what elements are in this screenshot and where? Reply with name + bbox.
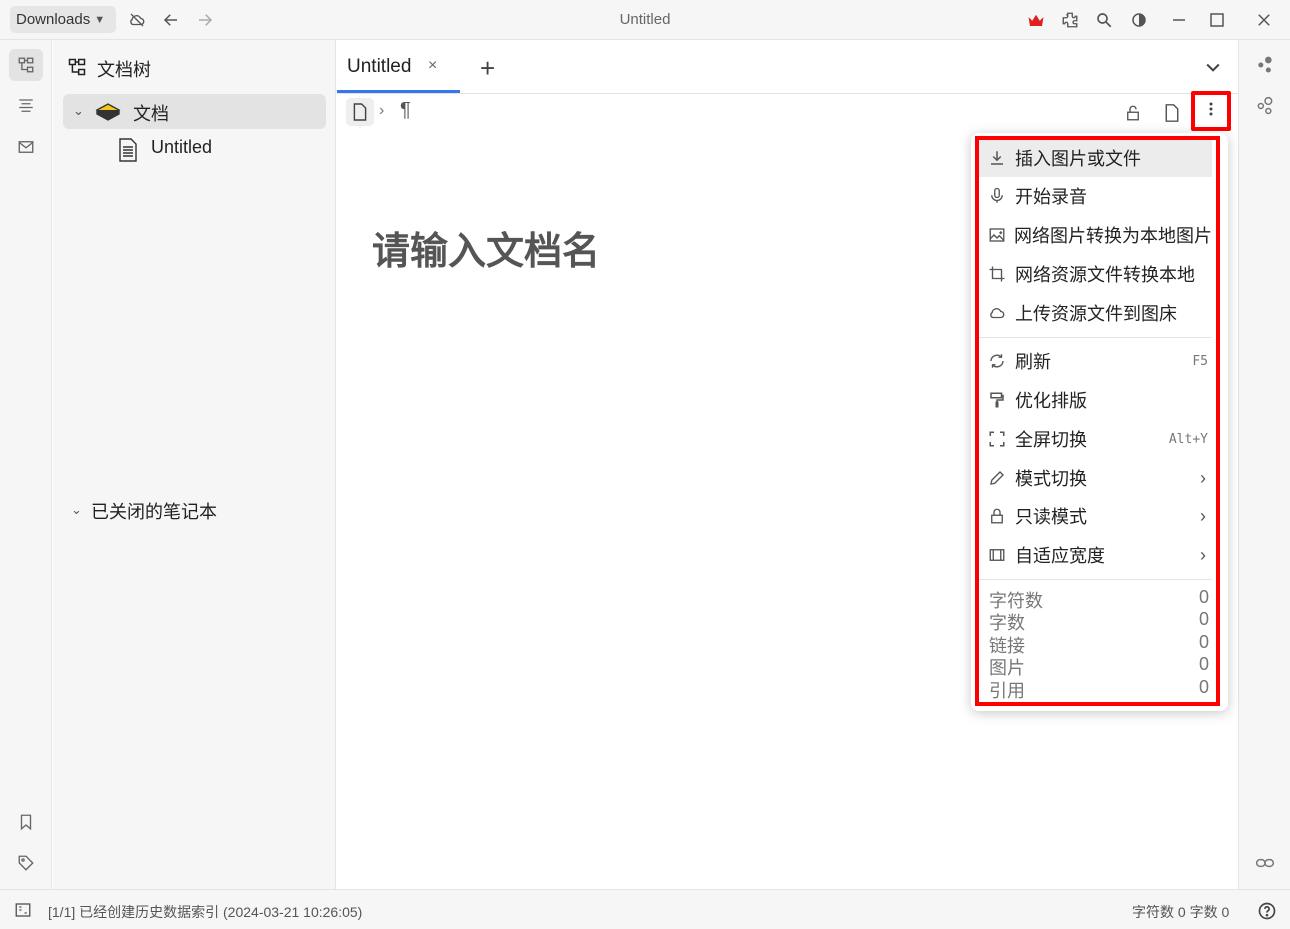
plugin-icon[interactable] (1058, 8, 1082, 32)
more-vertical-icon (1208, 101, 1214, 122)
menu-item-net-asset-to-local[interactable]: 网络资源文件转换本地 (979, 255, 1212, 293)
stat-char-count: 字符数 0 (989, 587, 1209, 611)
menu-item-insert-file[interactable]: 插入图片或文件 (979, 139, 1212, 177)
document-label: Untitled (151, 137, 213, 157)
back-arrow-icon[interactable] (159, 8, 183, 32)
menu-item-fullscreen[interactable]: 全屏切换 Alt+Y (979, 420, 1212, 458)
global-graph-icon[interactable] (1248, 90, 1282, 122)
search-icon[interactable] (1092, 8, 1116, 32)
menu-separator (979, 337, 1212, 338)
menu-item-net-image-to-local[interactable]: 网络图片转换为本地图片 (979, 216, 1212, 254)
file-tree-icon[interactable] (9, 49, 43, 81)
tab-bar: Untitled × + (337, 40, 1238, 94)
tab-label: Untitled (347, 56, 412, 77)
outline-icon[interactable] (9, 90, 43, 122)
download-icon (979, 149, 1015, 167)
chevron-down-icon[interactable]: ⌄ (73, 103, 84, 119)
breadcrumb-separator: › (379, 102, 385, 119)
image-add-icon (979, 226, 1014, 244)
chevron-right-icon: › (1200, 467, 1206, 488)
minimize-icon[interactable] (1167, 8, 1191, 32)
stat-image-count: 图片 0 (989, 654, 1209, 678)
inbox-icon[interactable] (9, 131, 43, 163)
shortcut-label: F5 (1192, 353, 1208, 369)
fullscreen-icon (979, 430, 1015, 448)
menu-item-start-recording[interactable]: 开始录音 (979, 177, 1212, 215)
shortcut-label: Alt+Y (1168, 431, 1208, 447)
lock-icon (979, 507, 1015, 525)
menu-item-adaptive-width[interactable]: 自适应宽度 › (979, 536, 1212, 574)
crown-icon[interactable] (1024, 8, 1048, 32)
document-icon (117, 138, 139, 167)
more-menu-button[interactable] (1191, 91, 1231, 131)
notebook-icon (95, 100, 121, 127)
format-paint-icon (979, 391, 1015, 409)
menu-item-refresh[interactable]: 刷新 F5 (979, 342, 1212, 380)
dock-toggle-icon[interactable] (14, 901, 32, 922)
stat-link-count: 链接 0 (989, 632, 1209, 656)
unlock-icon[interactable] (1121, 101, 1145, 125)
right-dock (1238, 40, 1290, 889)
bookmark-icon[interactable] (9, 806, 43, 838)
menu-item-upload-assets[interactable]: 上传资源文件到图床 (979, 294, 1212, 332)
chevron-right-icon: › (1200, 505, 1206, 526)
refresh-icon (979, 352, 1015, 370)
workspace-select[interactable]: Downloads ▼ (10, 6, 116, 33)
crop-icon (979, 265, 1015, 283)
title-bar: Downloads ▼ Untitled (0, 0, 1290, 40)
document-title-input[interactable]: 请输入文档名 (372, 220, 600, 275)
width-icon (979, 546, 1015, 564)
notebook-label: 文档 (133, 104, 169, 124)
chevron-right-icon: › (1200, 544, 1206, 565)
cloud-icon (979, 304, 1015, 322)
closed-notebooks-label: 已关闭的笔记本 (91, 502, 217, 522)
chevron-down-icon[interactable]: ⌄ (71, 502, 82, 518)
chevron-down-icon: ▼ (94, 13, 106, 26)
menu-item-mode-switch[interactable]: 模式切换 › (979, 459, 1212, 497)
file-tree-title: 文档树 (97, 60, 151, 80)
microphone-icon (979, 187, 1015, 205)
tab-untitled[interactable]: Untitled × (337, 40, 460, 93)
file-tree-panel: 文档树 ⌄ 文档 Untitled ⌄ 已关闭的笔记本 (53, 40, 336, 889)
menu-item-readonly-mode[interactable]: 只读模式 › (979, 497, 1212, 535)
theme-icon[interactable] (1127, 8, 1151, 32)
status-word-count: 字符数 0 字数 0 (1132, 904, 1230, 920)
status-bar: [1/1] 已经创建历史数据索引 (2024-03-21 10:26:05) 字… (0, 889, 1290, 929)
graph-icon[interactable] (1248, 49, 1282, 81)
help-icon[interactable] (1257, 901, 1277, 924)
menu-separator (979, 579, 1212, 580)
maximize-icon[interactable] (1205, 8, 1229, 32)
forward-arrow-icon[interactable] (193, 8, 217, 32)
stat-ref-count: 引用 0 (989, 677, 1209, 701)
left-dock (0, 40, 52, 889)
stat-word-count: 字数 0 (989, 609, 1209, 633)
status-message: [1/1] 已经创建历史数据索引 (2024-03-21 10:26:05) (48, 904, 363, 920)
breadcrumb-document-icon[interactable] (346, 98, 374, 126)
add-tab-button[interactable]: + (480, 53, 495, 84)
breadcrumb-paragraph-icon[interactable]: ¶ (400, 99, 411, 122)
workspace-label: Downloads (16, 11, 91, 28)
cloud-off-icon[interactable] (125, 8, 149, 32)
document-info-icon[interactable] (1160, 101, 1184, 125)
file-tree-header-icon (67, 57, 87, 82)
chevron-down-icon[interactable] (1203, 57, 1223, 82)
window-title: Untitled (619, 11, 671, 28)
menu-item-optimize-typography[interactable]: 优化排版 (979, 381, 1212, 419)
backlink-icon[interactable] (1248, 847, 1282, 879)
close-icon[interactable] (1252, 8, 1276, 32)
notebook-row[interactable]: ⌄ 文档 (63, 94, 326, 129)
tab-close-icon[interactable]: × (428, 57, 437, 75)
tag-icon[interactable] (9, 847, 43, 879)
edit-icon (979, 469, 1015, 487)
